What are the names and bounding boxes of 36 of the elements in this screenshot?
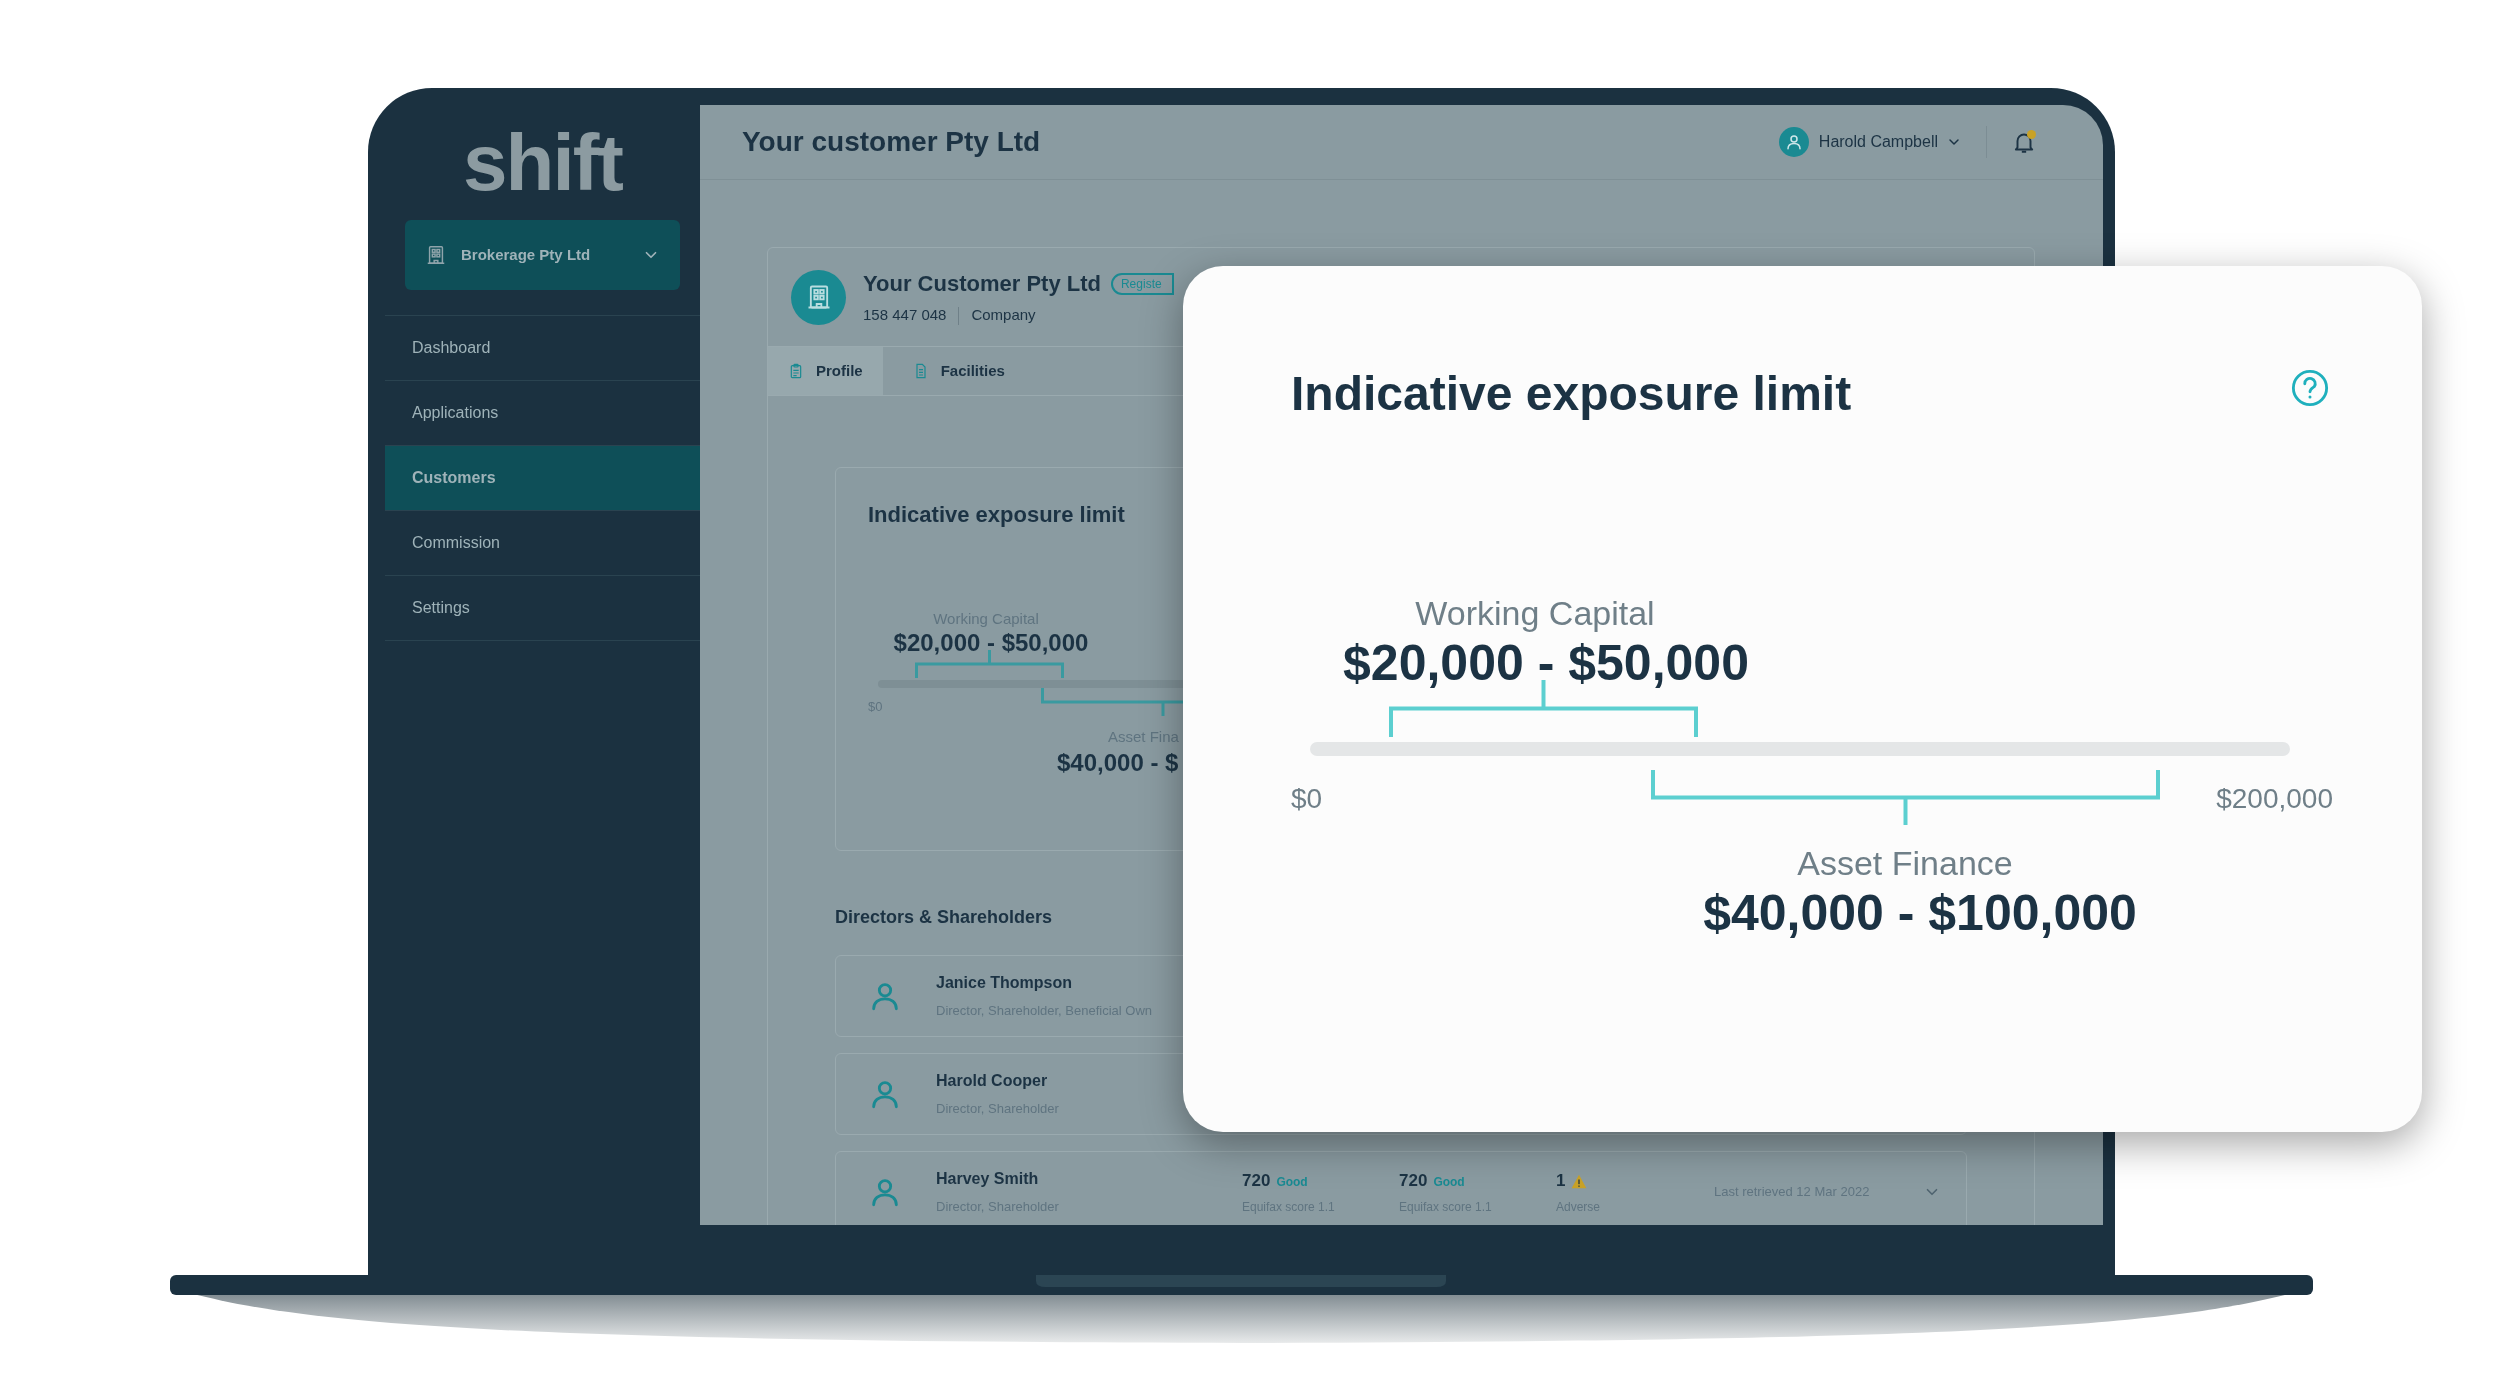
axis-label: $200,000 xyxy=(2216,782,2333,816)
section-title: Directors & Shareholders xyxy=(835,906,1053,929)
account-dropdown[interactable]: Brokerage Pty Ltd xyxy=(405,220,680,290)
axis-label: $0 xyxy=(1291,782,1323,816)
adverse-count: 1 xyxy=(1556,1170,1566,1193)
customer-type: Company xyxy=(971,305,1036,326)
score-rating: Good xyxy=(1276,1174,1308,1192)
credit-score: 720 xyxy=(1399,1170,1428,1193)
user-menu[interactable]: Harold Campbell xyxy=(1818,130,1962,154)
person-name: Harvey Smith xyxy=(936,1169,1040,1190)
tab[interactable]: Facilities xyxy=(882,347,1035,395)
customer-name: Your Customer Pty Ltd xyxy=(863,270,1101,299)
page-title: Your customer Pty Ltd xyxy=(742,125,1041,159)
score-rating: Good xyxy=(1433,1174,1465,1192)
tab[interactable]: Profile xyxy=(768,347,883,395)
nav-item[interactable]: Customers xyxy=(385,445,700,510)
range-value: $40,000 - $ xyxy=(1057,748,1179,778)
building-icon xyxy=(425,244,447,266)
credit-score: 720 xyxy=(1242,1170,1271,1193)
help-icon[interactable] xyxy=(2291,369,2329,407)
clipboard-icon xyxy=(788,363,804,379)
user-avatar xyxy=(1778,127,1809,157)
range-value: $20,000 - $50,000 xyxy=(1343,634,1749,693)
card-title: Indicative exposure limit xyxy=(868,501,1125,529)
customer-number: 158 447 048 xyxy=(863,305,947,326)
person-name: Janice Thompson xyxy=(936,973,1074,994)
range-value: $40,000 - $100,000 xyxy=(1703,884,2137,943)
popup-title: Indicative exposure limit xyxy=(1291,366,1852,422)
status-badge: Registe xyxy=(1110,272,1174,295)
customer-avatar xyxy=(791,269,846,325)
warning-icon xyxy=(1571,1173,1588,1189)
logo-wordmark: shift xyxy=(463,123,622,203)
person-name: Harold Cooper xyxy=(936,1071,1049,1092)
range-value: $20,000 - $50,000 xyxy=(893,628,1089,658)
range-label: Working Capital xyxy=(1415,593,1655,634)
range-label: Asset Finance xyxy=(1797,843,2013,884)
